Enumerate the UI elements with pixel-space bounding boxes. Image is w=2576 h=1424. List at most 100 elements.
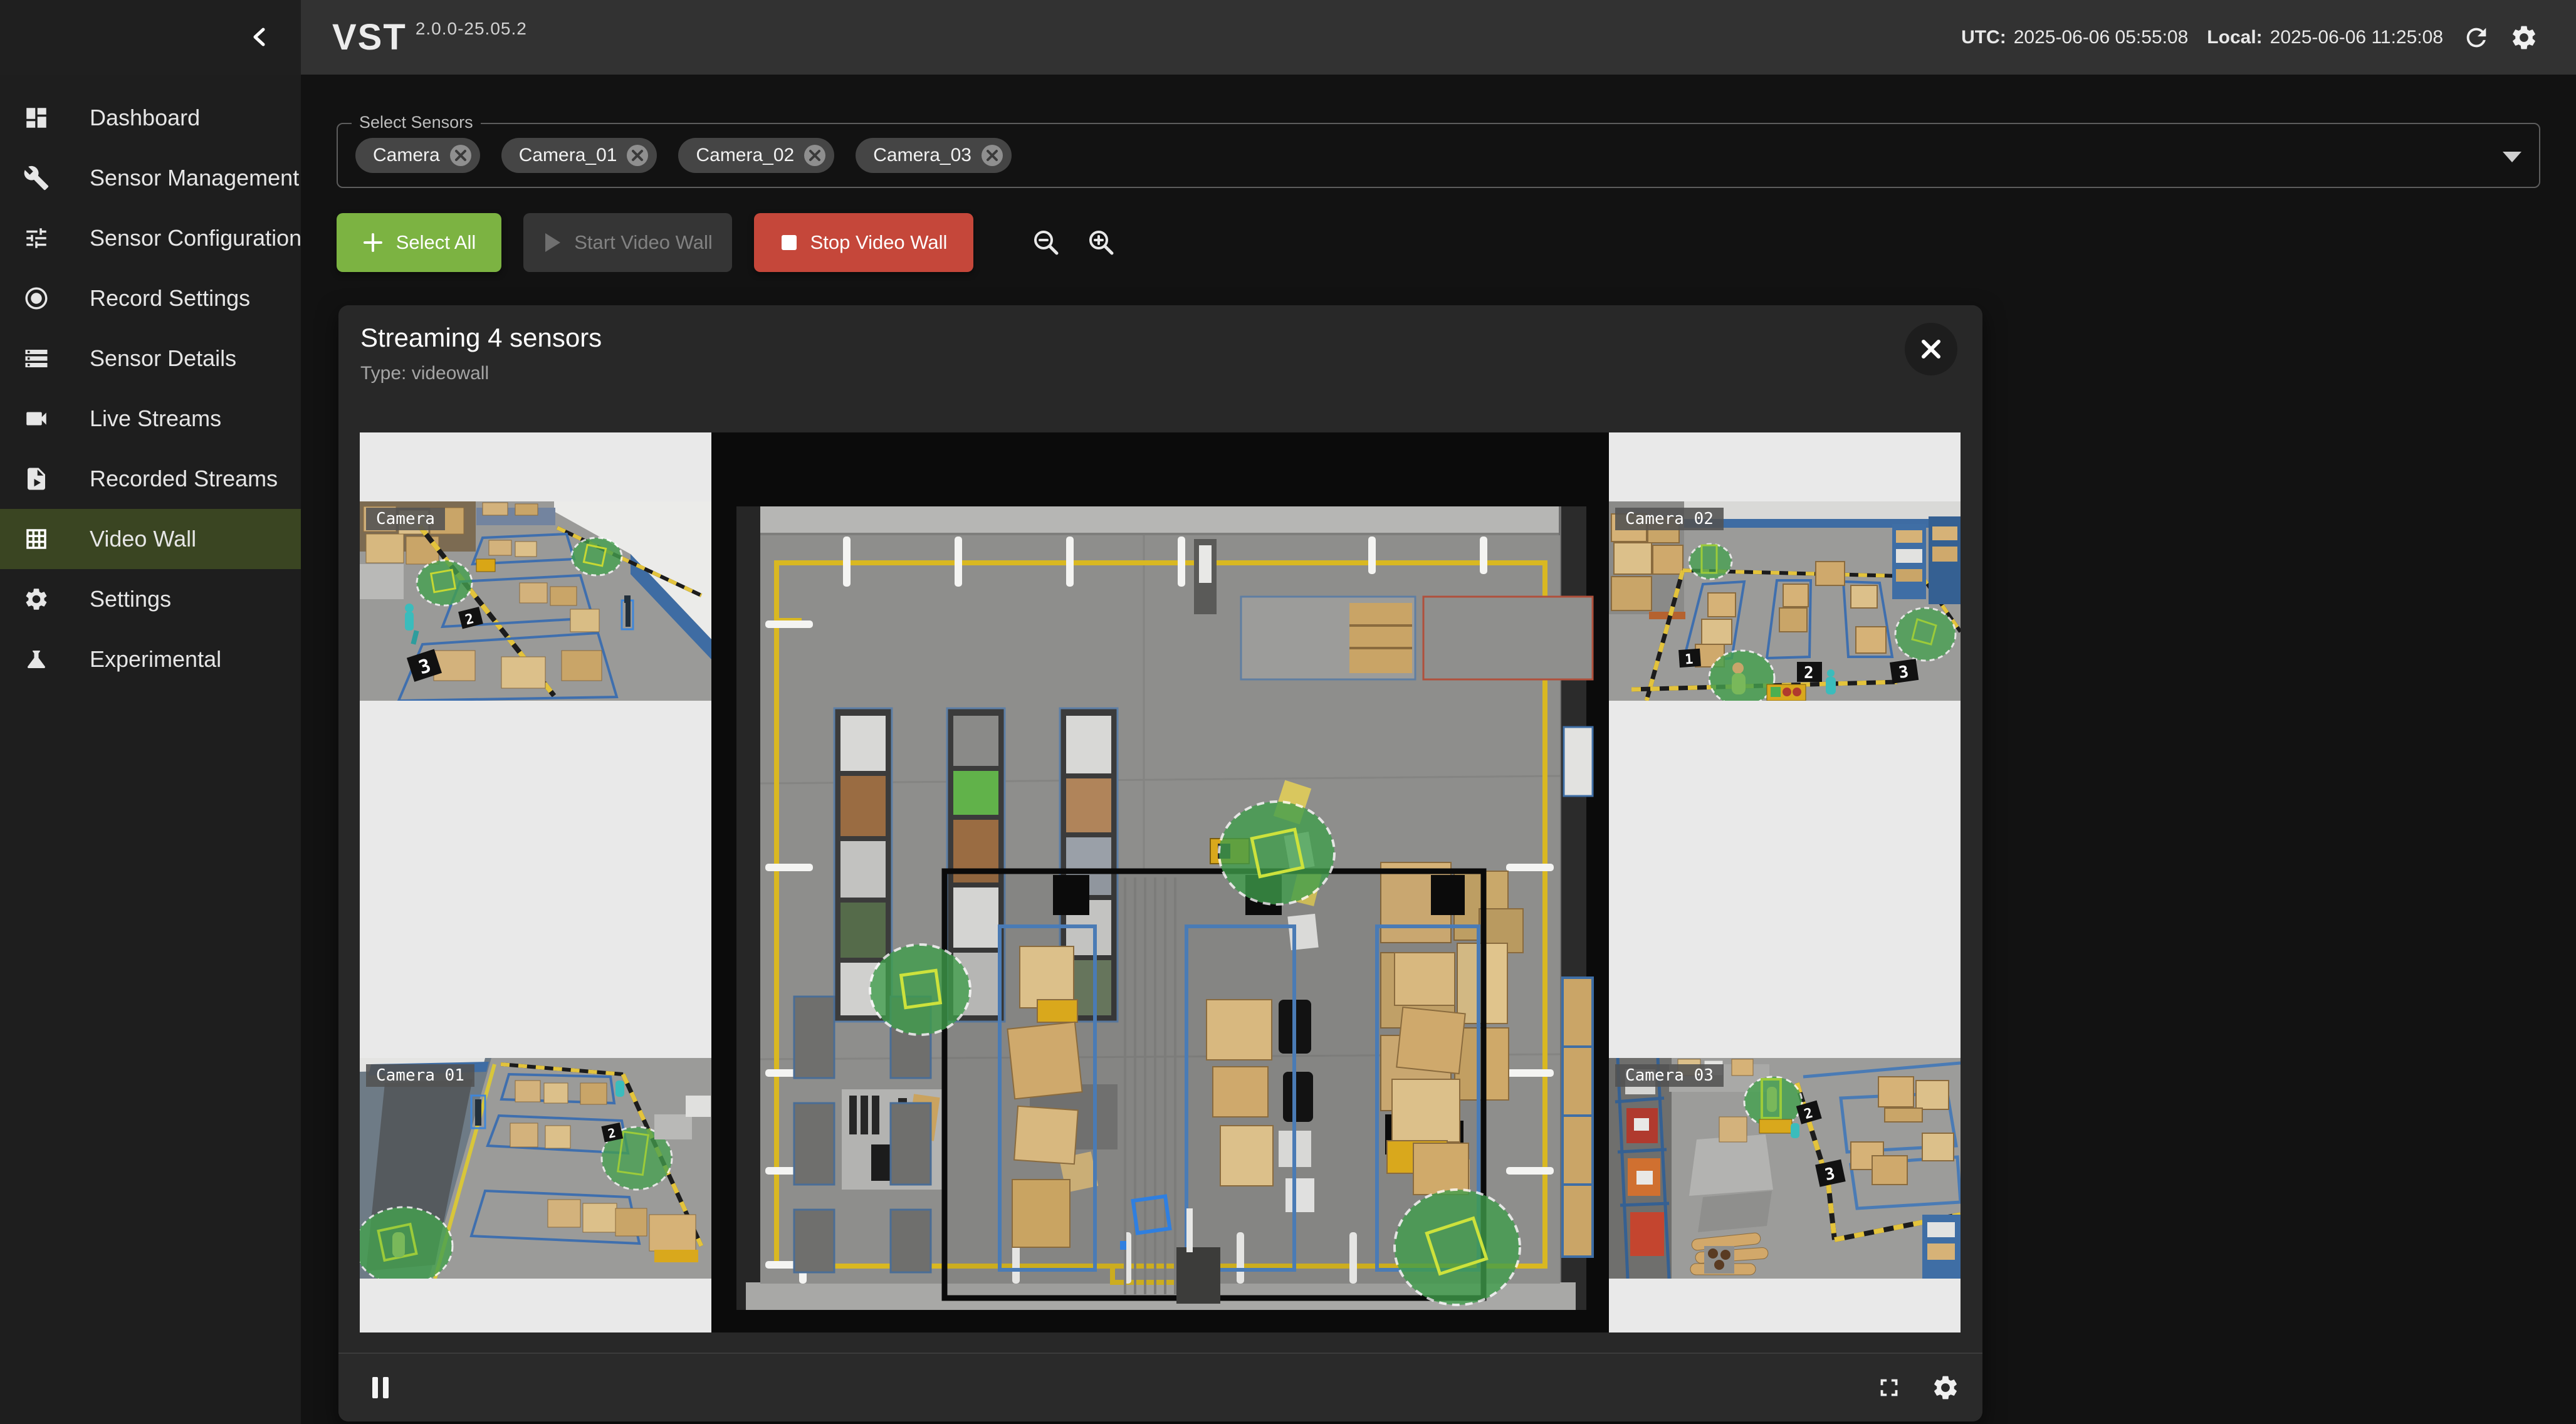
stop-video-wall-button[interactable]: Stop Video Wall <box>754 213 973 272</box>
sidebar-item-sensor-management[interactable]: Sensor Management <box>0 148 301 208</box>
gear-icon[interactable] <box>2510 23 2538 52</box>
sidebar-item-sensor-details[interactable]: Sensor Details <box>0 328 301 389</box>
chip-label: Camera_01 <box>519 145 617 166</box>
chip-label: Camera <box>373 145 440 166</box>
camera-label: Camera <box>366 508 445 530</box>
stop-video-wall-label: Stop Video Wall <box>810 231 948 254</box>
top-down-map-video <box>711 432 1609 1332</box>
svg-text:2: 2 <box>1804 664 1814 683</box>
video-tile-camera-01: 2 Camera 01 <box>360 1058 711 1279</box>
wrench-icon <box>23 165 50 191</box>
video-wall: 3 2 Camera <box>360 432 1961 1332</box>
collapse-chevron-icon[interactable] <box>246 23 275 51</box>
sidebar-item-label: Sensor Management <box>90 165 299 191</box>
select-all-button[interactable]: Select All <box>337 213 501 272</box>
play-icon <box>543 232 562 253</box>
sidebar-item-label: Settings <box>90 586 171 612</box>
video-tile-camera-03: 2 3 Camera 03 <box>1609 1058 1961 1279</box>
zoom-out-icon[interactable] <box>1031 228 1061 258</box>
toolbar: Select All Start Video Wall Stop Video W… <box>337 213 1116 272</box>
sidebar-item-experimental[interactable]: Experimental <box>0 629 301 689</box>
app-header: VST 2.0.0-25.05.2 UTC: 2025-06-06 05:55:… <box>301 0 2576 75</box>
refresh-icon[interactable] <box>2462 23 2491 52</box>
sidebar-item-recorded-streams[interactable]: Recorded Streams <box>0 449 301 509</box>
sidebar-item-label: Sensor Details <box>90 345 236 372</box>
grid-icon <box>23 526 50 552</box>
chip-remove-icon[interactable] <box>980 144 1004 167</box>
chevron-down-icon[interactable] <box>2503 152 2521 162</box>
select-all-label: Select All <box>396 231 476 254</box>
camera-label: Camera 02 <box>1615 508 1724 530</box>
wall-column-center <box>711 432 1609 1332</box>
sidebar-item-dashboard[interactable]: Dashboard <box>0 88 301 148</box>
sidebar-item-label: Live Streams <box>90 406 221 432</box>
camera-01-scene: 2 <box>360 1058 711 1279</box>
flask-icon <box>23 646 50 673</box>
camera-label: Camera 01 <box>366 1064 474 1087</box>
chip-remove-icon[interactable] <box>626 144 649 167</box>
pause-icon[interactable] <box>366 1373 395 1402</box>
camera-label: Camera 03 <box>1615 1064 1724 1087</box>
app-logo: VST <box>332 16 407 58</box>
sidebar-item-sensor-configuration[interactable]: Sensor Configuration <box>0 208 301 268</box>
utc-clock: UTC: 2025-06-06 05:55:08 <box>1961 27 2188 48</box>
sidebar: Dashboard Sensor Management Sensor Confi… <box>0 0 301 1424</box>
wall-column-left: 3 2 Camera <box>360 432 711 1332</box>
local-value: 2025-06-06 11:25:08 <box>2270 27 2443 48</box>
chip-label: Camera_03 <box>873 145 971 166</box>
gear-icon <box>23 586 50 612</box>
local-label: Local: <box>2207 27 2262 48</box>
stream-card-title: Streaming 4 sensors <box>360 323 602 353</box>
sensor-chip[interactable]: Camera <box>355 138 480 173</box>
utc-label: UTC: <box>1961 27 2006 48</box>
zoom-in-icon[interactable] <box>1086 228 1116 258</box>
svg-text:1: 1 <box>1684 652 1694 668</box>
video-tile-camera-02: 1 2 3 Camera 02 <box>1609 501 1961 701</box>
settings-icon[interactable] <box>1931 1373 1960 1402</box>
close-icon <box>1919 337 1944 362</box>
stop-icon <box>780 234 798 251</box>
sidebar-item-label: Video Wall <box>90 526 196 552</box>
local-clock: Local: 2025-06-06 11:25:08 <box>2207 27 2443 48</box>
sidebar-item-settings[interactable]: Settings <box>0 569 301 629</box>
sidebar-item-live-streams[interactable]: Live Streams <box>0 389 301 449</box>
chip-remove-icon[interactable] <box>803 144 827 167</box>
start-video-wall-button[interactable]: Start Video Wall <box>523 213 732 272</box>
sensor-chip[interactable]: Camera_03 <box>856 138 1012 173</box>
sensor-chips: Camera Camera_01 Camera_02 Camera_03 <box>355 138 1012 173</box>
sidebar-item-label: Sensor Configuration <box>90 225 301 251</box>
utc-value: 2025-06-06 05:55:08 <box>2014 27 2189 48</box>
sensor-select-label: Select Sensors <box>352 113 481 132</box>
list-icon <box>23 345 50 372</box>
camera-scene: 3 2 <box>360 501 711 701</box>
video-file-icon <box>23 466 50 492</box>
close-button[interactable] <box>1905 323 1957 375</box>
fullscreen-icon[interactable] <box>1875 1373 1903 1402</box>
sensor-chip[interactable]: Camera_01 <box>501 138 657 173</box>
start-video-wall-label: Start Video Wall <box>574 231 713 254</box>
sidebar-item-record-settings[interactable]: Record Settings <box>0 268 301 328</box>
chip-remove-icon[interactable] <box>449 144 473 167</box>
camera-03-scene: 2 3 <box>1609 1058 1961 1279</box>
sensor-chip[interactable]: Camera_02 <box>678 138 834 173</box>
camera-02-scene: 1 2 3 <box>1609 501 1961 701</box>
sidebar-item-label: Experimental <box>90 646 221 673</box>
player-control-bar <box>338 1353 1982 1421</box>
sidebar-nav: Dashboard Sensor Management Sensor Confi… <box>0 88 301 689</box>
sidebar-header <box>0 0 301 75</box>
sidebar-item-label: Record Settings <box>90 285 250 312</box>
sidebar-item-video-wall[interactable]: Video Wall <box>0 509 301 569</box>
videocam-icon <box>23 406 50 432</box>
main-content: Select Sensors Camera Camera_01 Camera_0… <box>301 75 2576 1424</box>
wall-column-right: 1 2 3 Camera 02 <box>1609 432 1961 1332</box>
video-tile-camera: 3 2 Camera <box>360 501 711 701</box>
chip-label: Camera_02 <box>696 145 794 166</box>
sensor-select[interactable]: Select Sensors Camera Camera_01 Camera_0… <box>337 123 2540 188</box>
stream-card-subtitle: Type: videowall <box>360 363 489 384</box>
app-version: 2.0.0-25.05.2 <box>416 19 527 39</box>
plus-icon <box>362 232 384 253</box>
record-icon <box>23 285 50 312</box>
sidebar-item-label: Dashboard <box>90 105 200 131</box>
tune-icon <box>23 225 50 251</box>
stream-card: Streaming 4 sensors Type: videowall <box>338 305 1982 1421</box>
